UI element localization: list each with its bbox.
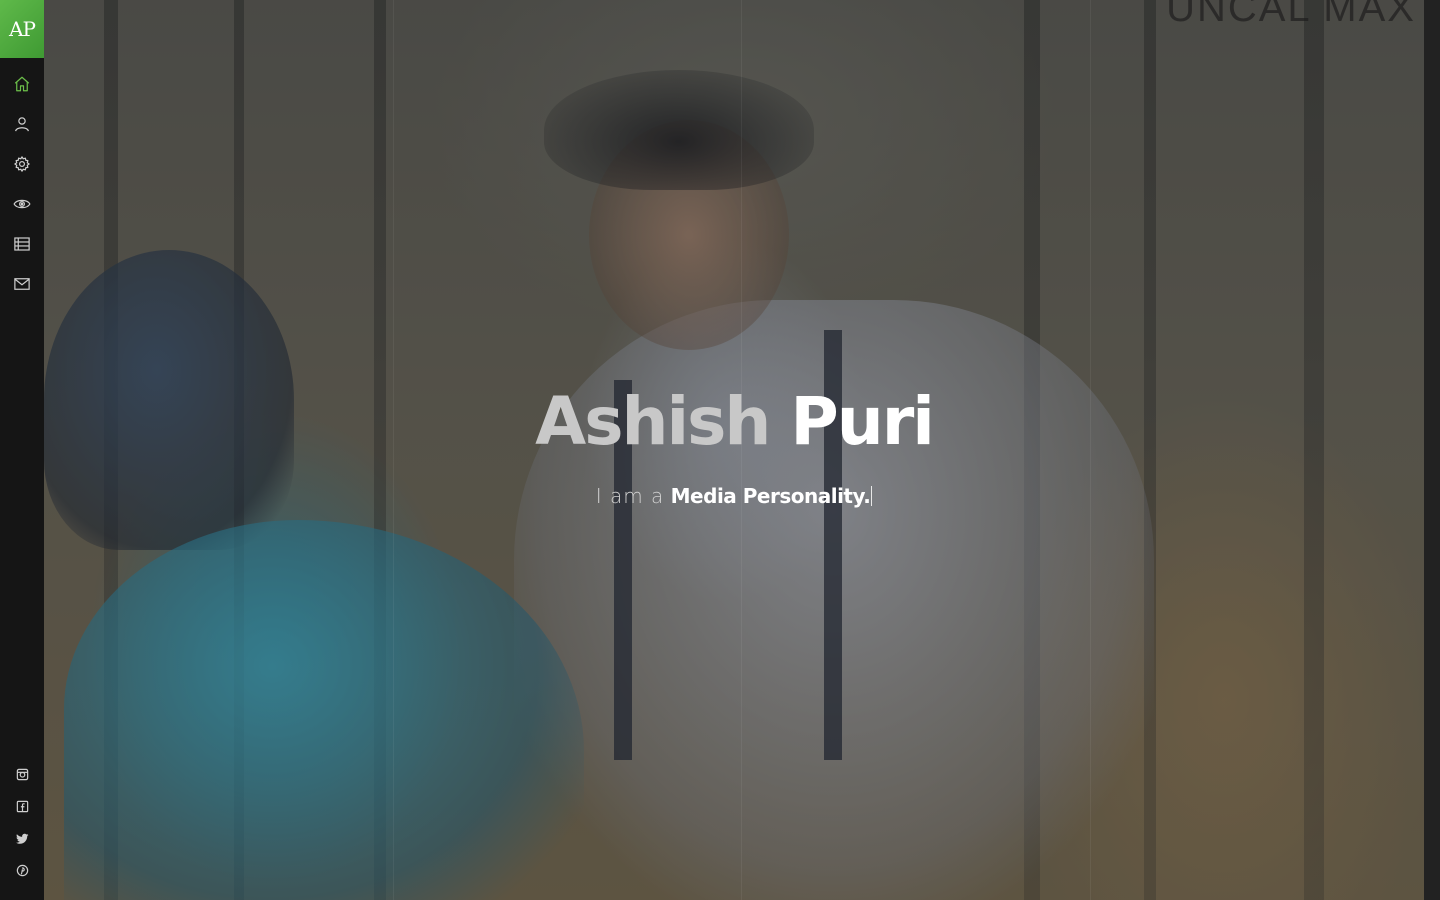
twitter-icon[interactable] (15, 832, 29, 845)
hero-typed-role: Media Personality. (670, 484, 871, 508)
site-logo[interactable]: AP (0, 0, 44, 58)
social-facebook[interactable] (0, 790, 44, 822)
nav-item-contact[interactable] (0, 264, 44, 304)
eye-icon[interactable] (13, 195, 31, 213)
nav-item-portfolio[interactable] (0, 184, 44, 224)
photo-watermark: UNCAL MAX (1166, 0, 1416, 30)
main-nav (0, 64, 44, 304)
nav-item-home[interactable] (0, 64, 44, 104)
hero-last-name: Puri (790, 383, 935, 460)
hero-first-name: Ashish (535, 383, 771, 460)
social-links (0, 758, 44, 886)
list-icon[interactable] (13, 235, 31, 253)
user-icon[interactable] (13, 115, 31, 133)
sidebar: AP (0, 0, 44, 900)
nav-item-about[interactable] (0, 104, 44, 144)
home-icon[interactable] (13, 75, 31, 93)
social-pinterest[interactable] (0, 854, 44, 886)
mail-icon[interactable] (13, 275, 31, 293)
pinterest-icon[interactable] (16, 864, 29, 877)
page-scrollbar[interactable] (1424, 0, 1440, 900)
nav-item-blog[interactable] (0, 224, 44, 264)
hero-subtitle: I am a Media Personality. (44, 484, 1424, 508)
logo-text[interactable]: AP (9, 17, 36, 41)
social-twitter[interactable] (0, 822, 44, 854)
facebook-icon[interactable] (16, 800, 29, 813)
hero-section: UNCAL MAX Ashish Puri I am a Media Perso… (44, 0, 1424, 900)
gear-icon[interactable] (13, 155, 31, 173)
hero-title: Ashish Puri (44, 383, 1424, 460)
typing-cursor (871, 486, 873, 506)
social-instagram[interactable] (0, 758, 44, 790)
instagram-icon[interactable] (16, 768, 29, 781)
nav-item-services[interactable] (0, 144, 44, 184)
hero-subtitle-prefix: I am a (595, 484, 665, 508)
